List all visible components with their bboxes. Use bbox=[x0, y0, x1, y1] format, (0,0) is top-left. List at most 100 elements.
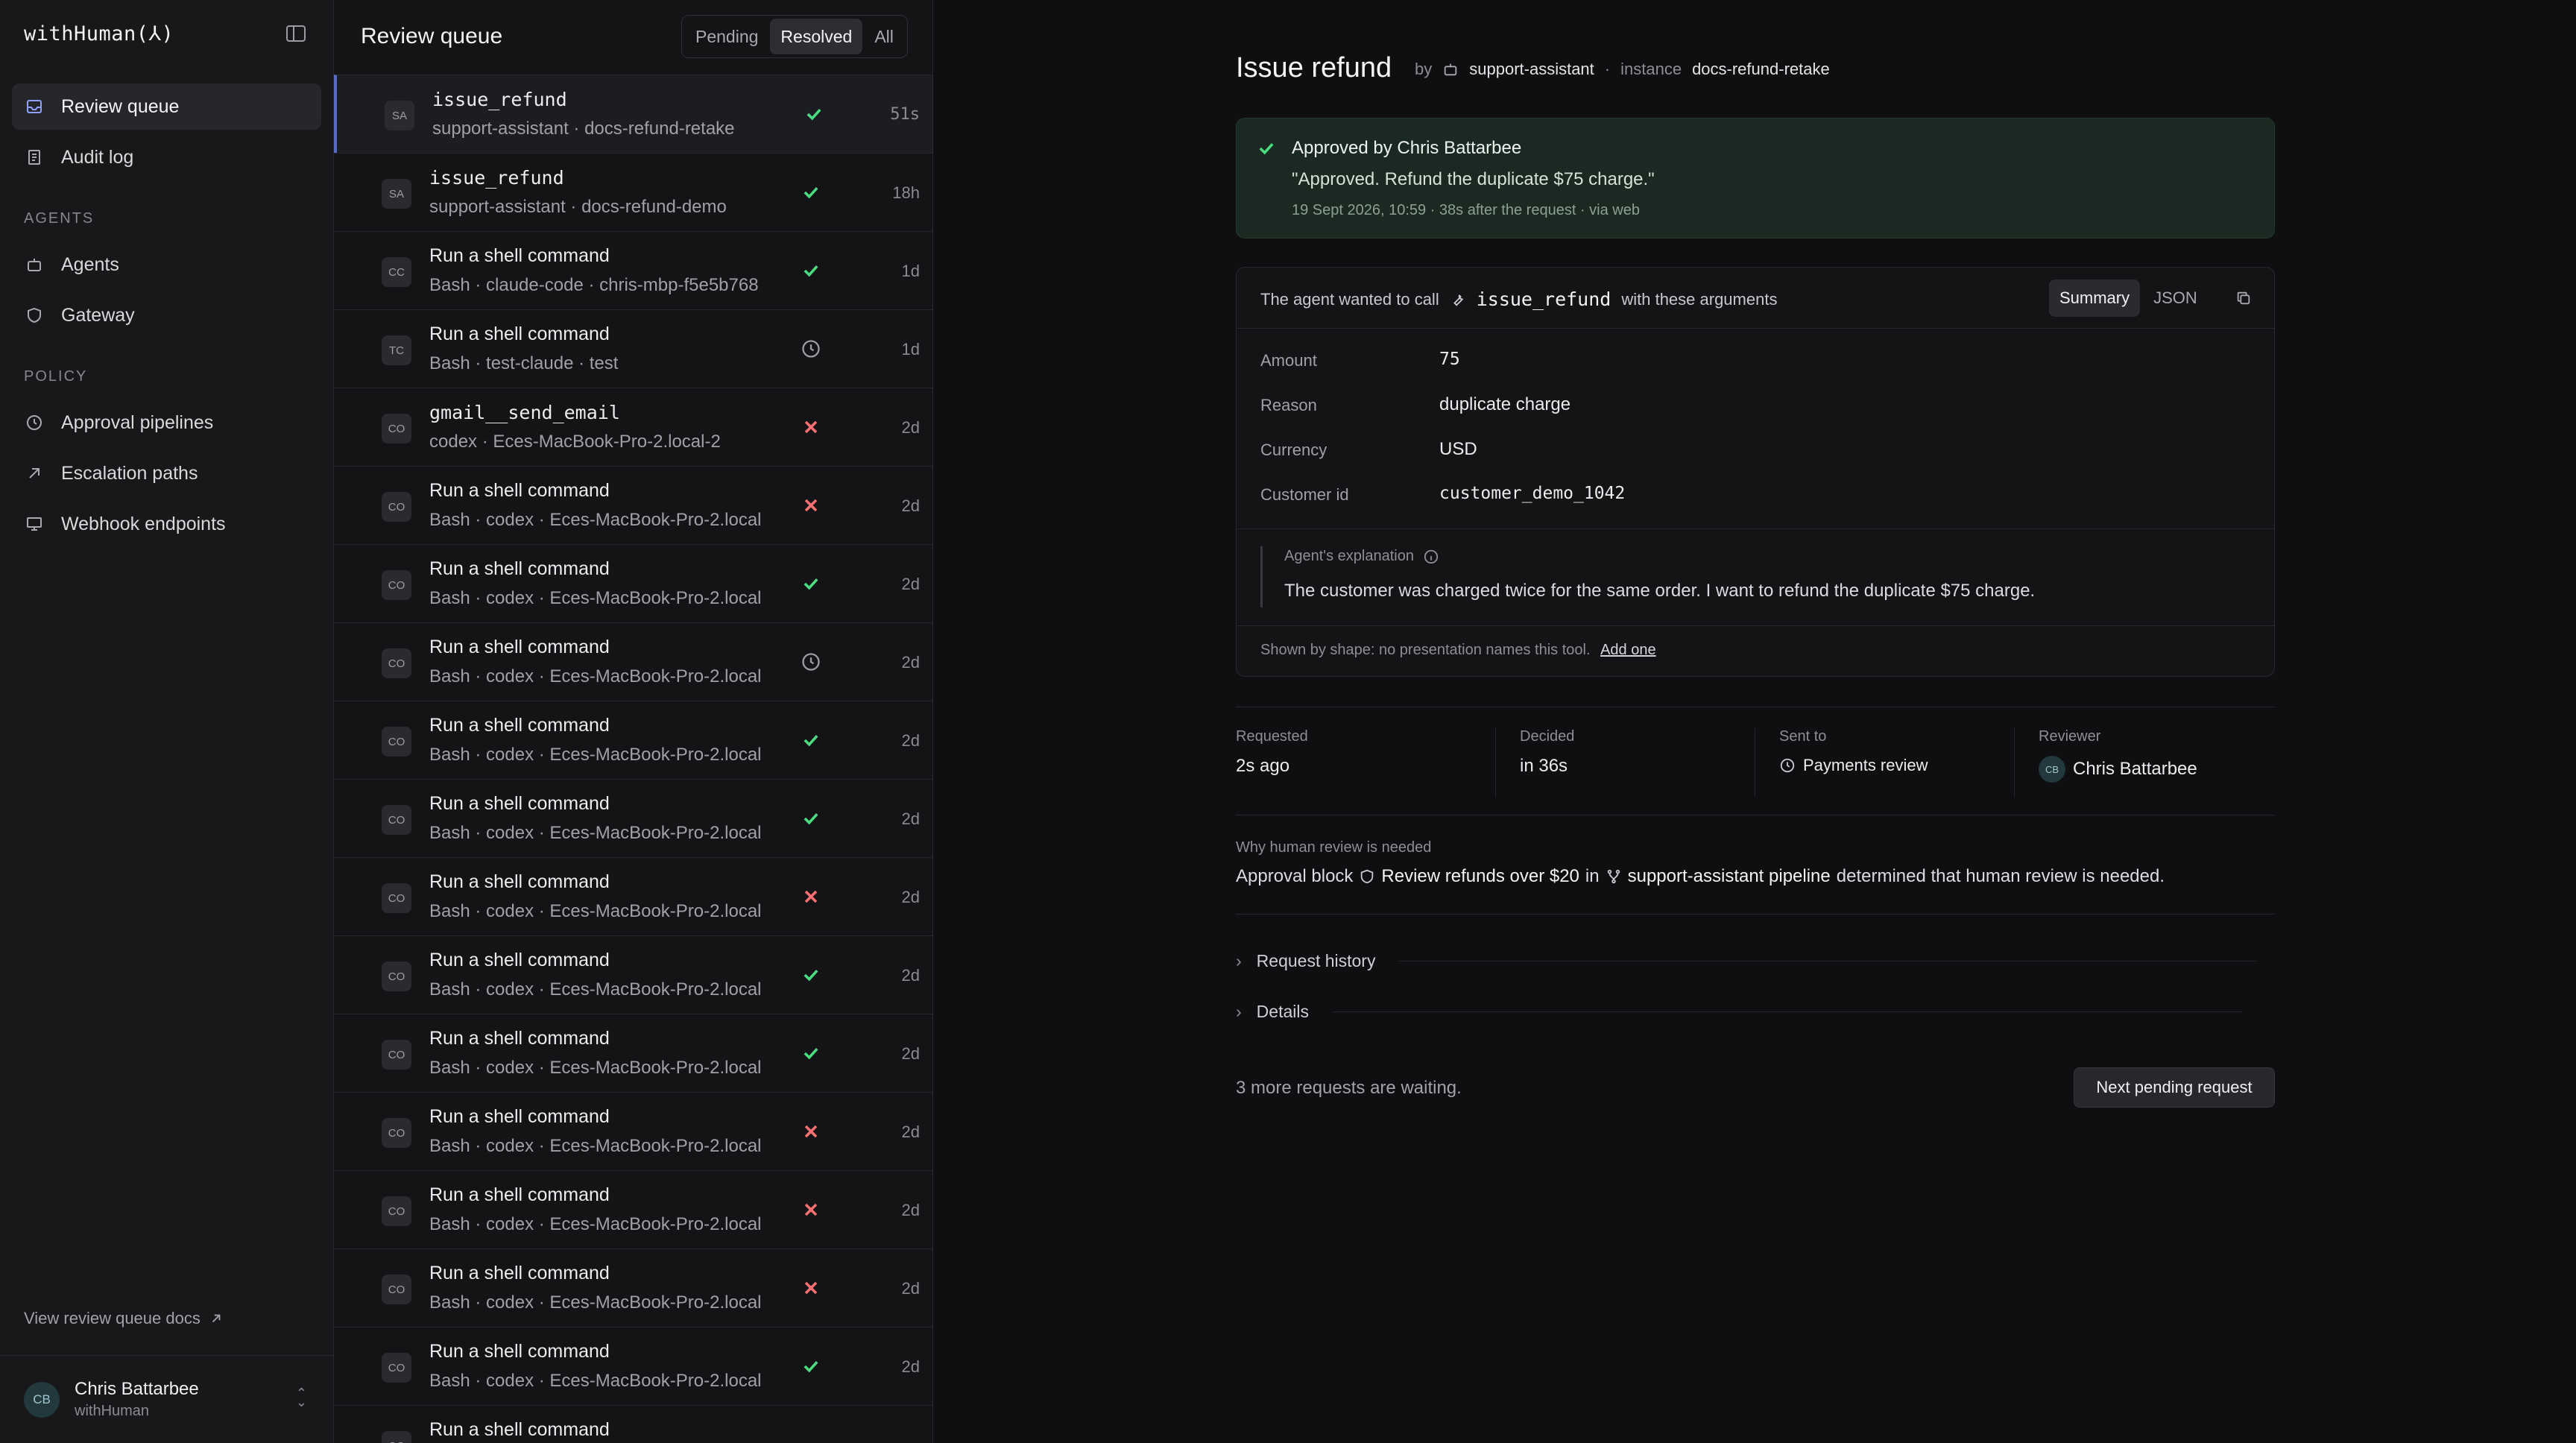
queue-row[interactable]: CO Run a shell command Bash · codex · Eces… bbox=[334, 779, 932, 857]
meta-label: Sent to bbox=[1779, 728, 1827, 745]
row-title: Run a shell command bbox=[429, 1106, 610, 1127]
row-subtitle: Bash · codex · Eces-MacBook-Pro-2.local bbox=[429, 1136, 762, 1156]
queue-row[interactable]: CO Run a shell command Bash · codex · Eces… bbox=[334, 466, 932, 544]
clock-icon bbox=[801, 651, 821, 672]
queue-row[interactable]: CO Run a shell command Bash · codex · Eces… bbox=[334, 622, 932, 701]
queue-row[interactable]: CO Run a shell command Bash · codex · Eces… bbox=[334, 1092, 932, 1170]
row-subtitle: Bash · codex · Eces-MacBook-Pro-2.local bbox=[429, 510, 762, 530]
approval-comment: "Approved. Refund the duplicate $75 char… bbox=[1292, 169, 1655, 189]
clock-icon bbox=[27, 415, 42, 430]
sidebar-item-escalation-paths[interactable]: Escalation paths bbox=[12, 450, 321, 496]
sidebar-item-label: Gateway bbox=[61, 304, 135, 326]
queue-row[interactable]: CO gmail__send_email codex · Eces-MacBook-… bbox=[334, 388, 932, 466]
sidebar-toggle-icon[interactable] bbox=[286, 25, 306, 42]
filter-pending[interactable]: Pending bbox=[685, 19, 768, 54]
divider bbox=[1237, 625, 2274, 626]
row-time: 2d bbox=[901, 966, 920, 985]
queue-row[interactable]: CO Run a shell command Bash · codex · Eces… bbox=[334, 935, 932, 1014]
row-title: Run a shell command bbox=[429, 558, 610, 579]
filter-all[interactable]: All bbox=[864, 19, 904, 54]
row-subtitle: Bash · codex · Eces-MacBook-Pro-2.local bbox=[429, 588, 762, 608]
robot-icon bbox=[28, 259, 41, 271]
queue-row[interactable]: CO Run a shell command Bash · codex · Eces… bbox=[334, 857, 932, 935]
queue-row[interactable]: SA issue_refund support-assistant · docs-r… bbox=[334, 75, 932, 153]
row-title: Run a shell command bbox=[429, 793, 610, 814]
divider bbox=[1237, 528, 2274, 529]
sidebar-item-agents[interactable]: Agents bbox=[12, 241, 321, 288]
sidebar-item-review-queue[interactable]: Review queue bbox=[12, 83, 321, 130]
row-time: 2d bbox=[901, 731, 920, 750]
check-icon bbox=[804, 104, 824, 124]
add-presentation-link[interactable]: Add one bbox=[1600, 642, 1656, 658]
sidebar-item-label: Review queue bbox=[61, 95, 180, 117]
tab-summary[interactable]: Summary bbox=[2049, 280, 2141, 317]
next-pending-request-button[interactable]: Next pending request bbox=[2074, 1067, 2275, 1108]
queue-row[interactable]: SA issue_refund support-assistant · docs-r… bbox=[334, 153, 932, 231]
row-subtitle: Bash · codex · Eces-MacBook-Pro-2.local bbox=[429, 666, 762, 686]
row-time: 18h bbox=[892, 183, 920, 202]
agent-badge: CO bbox=[382, 1196, 411, 1226]
robot-icon bbox=[1445, 63, 1457, 76]
queue-row[interactable]: CC Run a shell command Bash · claude-code … bbox=[334, 231, 932, 309]
queue-row[interactable]: CO Run a shell command bbox=[334, 1405, 932, 1443]
field-value: 75 bbox=[1439, 350, 1460, 369]
meta-reviewer: Reviewer CB Chris Battarbee bbox=[2014, 728, 2273, 797]
explanation-label: Agent's explanation bbox=[1284, 548, 1414, 564]
sidebar-item-gateway[interactable]: Gateway bbox=[12, 292, 321, 338]
meta-value: 2s ago bbox=[1236, 756, 1290, 776]
sent-to-name: Payments review bbox=[1803, 756, 1928, 774]
docs-link[interactable]: View review queue docs bbox=[24, 1309, 223, 1328]
request-history-toggle[interactable]: › Request history bbox=[1236, 951, 2257, 971]
check-icon bbox=[801, 1043, 821, 1064]
user-menu[interactable]: CB Chris Battarbee withHuman ⌃ ⌄ bbox=[0, 1355, 334, 1443]
info-icon[interactable] bbox=[1423, 549, 1439, 565]
meta-value: CB Chris Battarbee bbox=[2039, 756, 2273, 783]
instance-name[interactable]: docs-refund-retake bbox=[1692, 60, 1830, 79]
filter-resolved[interactable]: Resolved bbox=[770, 19, 863, 54]
check-icon bbox=[801, 260, 821, 281]
field-label: Amount bbox=[1260, 351, 1317, 370]
row-time: 2d bbox=[901, 888, 920, 906]
approval-title: Approved by Chris Battarbee bbox=[1292, 138, 1522, 158]
x-icon bbox=[801, 1121, 821, 1142]
meta-value: in 36s bbox=[1520, 756, 1568, 776]
shape-note-text: Shown by shape: no presentation names th… bbox=[1260, 642, 1591, 658]
approval-block-link[interactable]: Review refunds over $20 bbox=[1381, 866, 1579, 887]
row-title: Run a shell command bbox=[429, 245, 610, 266]
sidebar-item-audit-log[interactable]: Audit log bbox=[12, 134, 321, 180]
branch-icon bbox=[1607, 869, 1620, 884]
divider bbox=[1399, 961, 2257, 962]
copy-icon[interactable] bbox=[2235, 290, 2252, 306]
row-time: 1d bbox=[901, 262, 920, 280]
queue-row[interactable]: CO Run a shell command Bash · codex · Eces… bbox=[334, 701, 932, 779]
queue-row[interactable]: TC Run a shell command Bash · test-claude … bbox=[334, 309, 932, 388]
instance-label: instance bbox=[1620, 60, 1682, 78]
page-title: Issue refund bbox=[1236, 52, 1392, 83]
row-subtitle: support-assistant · docs-refund-demo bbox=[429, 197, 727, 217]
queue-row[interactable]: CO Run a shell command Bash · codex · Eces… bbox=[334, 544, 932, 622]
agent-name[interactable]: support-assistant bbox=[1469, 60, 1594, 79]
row-subtitle: Bash · claude-code · chris-mbp-f5e5b768 bbox=[429, 275, 759, 295]
sidebar-item-label: Approval pipelines bbox=[61, 411, 214, 433]
agent-badge: CO bbox=[382, 1275, 411, 1304]
by-label: by bbox=[1415, 60, 1433, 78]
meta-value[interactable]: Payments review bbox=[1779, 756, 2014, 775]
sidebar-item-webhook-endpoints[interactable]: Webhook endpoints bbox=[12, 501, 321, 547]
queue-row[interactable]: CO Run a shell command Bash · codex · Eces… bbox=[334, 1014, 932, 1092]
arguments-card: The agent wanted to call issue_refund wi… bbox=[1236, 267, 2275, 677]
queue-row[interactable]: CO Run a shell command Bash · codex · Eces… bbox=[334, 1170, 932, 1248]
avatar: CB bbox=[24, 1381, 60, 1418]
row-subtitle: Bash · test-claude · test bbox=[429, 353, 619, 373]
args-outro: with these arguments bbox=[1621, 289, 1778, 309]
check-icon bbox=[801, 182, 821, 203]
queue-row[interactable]: CO Run a shell command Bash · codex · Eces… bbox=[334, 1248, 932, 1327]
field-value: USD bbox=[1439, 439, 1477, 459]
pipeline-link[interactable]: support-assistant pipeline bbox=[1628, 866, 1831, 887]
sidebar-item-approval-pipelines[interactable]: Approval pipelines bbox=[12, 400, 321, 446]
queue-row[interactable]: CO Run a shell command Bash · codex · Eces… bbox=[334, 1327, 932, 1405]
details-toggle[interactable]: › Details bbox=[1236, 1002, 2242, 1022]
x-icon bbox=[801, 417, 821, 438]
tab-json[interactable]: JSON bbox=[2143, 280, 2208, 317]
x-icon bbox=[801, 886, 821, 907]
sidebar-item-label: Escalation paths bbox=[61, 462, 198, 484]
